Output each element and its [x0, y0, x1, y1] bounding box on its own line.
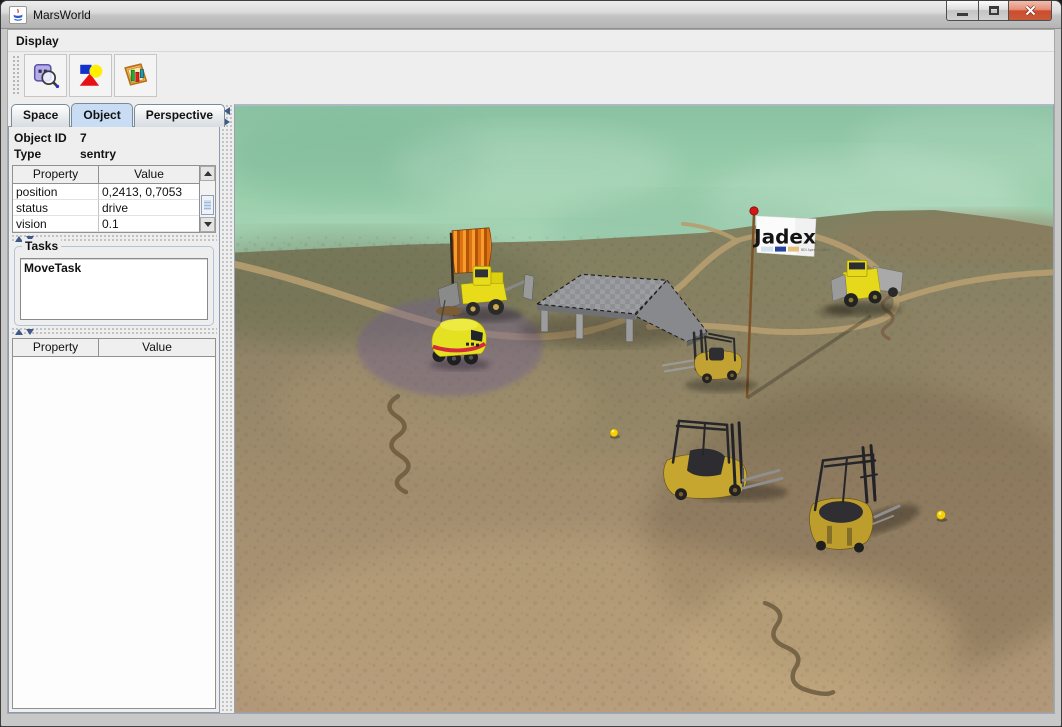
- magnifier-panel-icon: [32, 61, 60, 89]
- task-properties-wrap: Property Value: [12, 338, 216, 709]
- task-properties-table: Property Value: [12, 338, 216, 709]
- toolbar: [8, 52, 1054, 98]
- java-app-icon: [9, 6, 27, 24]
- object-type-label: Type: [14, 147, 80, 161]
- sidebar: Space Object Perspective Object ID 7 Typ…: [8, 98, 220, 713]
- toolbar-drag-handle[interactable]: [12, 55, 20, 95]
- properties-table-wrap: Property Value position 0,2413, 0,7053 s…: [12, 165, 216, 233]
- minimize-button[interactable]: [946, 1, 979, 21]
- scroll-up-button[interactable]: [200, 166, 215, 181]
- empty-table-body: [13, 357, 215, 708]
- cell-value: 0,2413, 0,7053: [99, 184, 199, 200]
- maximize-button[interactable]: [978, 1, 1009, 21]
- object-id-value: 7: [80, 131, 87, 145]
- arrow-up-icon: [204, 171, 212, 176]
- tab-object[interactable]: Object: [71, 103, 132, 127]
- tab-bar: Space Object Perspective: [8, 104, 220, 127]
- flag-brand-text: Jadex: [752, 226, 816, 249]
- table-row[interactable]: vision 0.1: [13, 216, 199, 232]
- 3d-view[interactable]: Jadex BDI Agent System: [234, 104, 1054, 713]
- cell-property: status: [13, 200, 99, 216]
- menu-display[interactable]: Display: [8, 32, 67, 50]
- tasks-list[interactable]: MoveTask: [20, 258, 208, 320]
- chart-view-button[interactable]: [114, 54, 157, 97]
- tab-space[interactable]: Space: [11, 104, 70, 127]
- scroll-thumb[interactable]: [201, 195, 214, 215]
- task-col-property[interactable]: Property: [13, 339, 99, 356]
- geometry-shapes-icon: [77, 61, 105, 89]
- scroll-down-button[interactable]: [200, 217, 215, 232]
- tasks-group: Tasks MoveTask: [14, 246, 214, 326]
- properties-table: Property Value position 0,2413, 0,7053 s…: [12, 165, 200, 233]
- object-info: Object ID 7 Type sentry: [11, 129, 217, 164]
- vertical-splitter[interactable]: [221, 104, 233, 713]
- object-id-label: Object ID: [14, 131, 80, 145]
- close-button[interactable]: [1008, 1, 1052, 21]
- flag-sub-text: BDI Agent System: [801, 248, 830, 252]
- close-icon: [1025, 5, 1036, 16]
- main-area: Space Object Perspective Object ID 7 Typ…: [8, 98, 1054, 713]
- minimize-icon: [957, 13, 968, 16]
- menu-bar: Display: [8, 30, 1054, 52]
- properties-col-value[interactable]: Value: [99, 166, 199, 183]
- properties-scrollbar[interactable]: [200, 165, 216, 233]
- collapse-down-icon[interactable]: [26, 329, 34, 335]
- java-coffee-icon: [11, 8, 25, 22]
- maximize-icon: [989, 6, 999, 15]
- cell-value: 0.1: [99, 216, 199, 232]
- tasks-title: Tasks: [22, 239, 61, 253]
- properties-col-property[interactable]: Property: [13, 166, 99, 183]
- task-item[interactable]: MoveTask: [24, 261, 204, 275]
- object-tab-panel: Object ID 7 Type sentry Property: [8, 126, 220, 713]
- tab-perspective[interactable]: Perspective: [134, 104, 225, 127]
- cell-value: drive: [99, 200, 199, 216]
- object-type-value: sentry: [80, 147, 116, 161]
- cell-property: vision: [13, 216, 99, 232]
- bar-chart-folder-icon: [122, 61, 150, 89]
- frame-body: Display: [7, 29, 1055, 714]
- table-row[interactable]: status drive: [13, 200, 199, 216]
- arrow-down-icon: [204, 222, 212, 227]
- table-row[interactable]: position 0,2413, 0,7053: [13, 184, 199, 200]
- app-window: MarsWorld Display: [0, 0, 1062, 727]
- collapse-up-icon[interactable]: [15, 329, 23, 335]
- window-title: MarsWorld: [33, 8, 91, 22]
- title-bar[interactable]: MarsWorld: [1, 1, 1061, 29]
- task-col-value[interactable]: Value: [99, 339, 215, 356]
- zoom-inspect-button[interactable]: [24, 54, 67, 97]
- horizontal-splitter[interactable]: [11, 327, 217, 336]
- shapes-view-button[interactable]: [69, 54, 112, 97]
- cell-property: position: [13, 184, 99, 200]
- scroll-track[interactable]: [200, 181, 215, 217]
